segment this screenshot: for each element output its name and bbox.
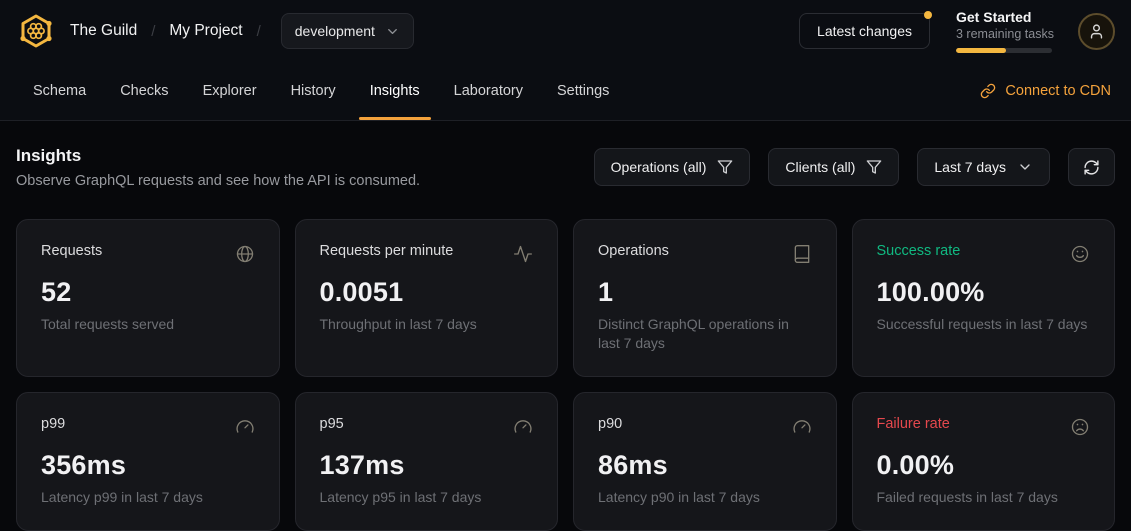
notification-dot xyxy=(924,11,932,19)
smile-icon xyxy=(1070,244,1090,264)
stats-grid: Requests 52 Total requests served Reques… xyxy=(16,219,1115,531)
refresh-button[interactable] xyxy=(1068,148,1115,186)
stat-value: 86ms xyxy=(598,450,812,481)
latest-changes-button[interactable]: Latest changes xyxy=(799,13,930,49)
stat-card-p99: p99 356ms Latency p99 in last 7 days xyxy=(16,392,280,531)
stat-card-success-rate: Success rate 100.00% Successful requests… xyxy=(852,219,1116,377)
page-heading: Insights Observe GraphQL requests and se… xyxy=(16,146,420,189)
stat-caption: Distinct GraphQL operations in last 7 da… xyxy=(598,315,812,353)
globe-icon xyxy=(235,244,255,264)
nav-tabs: Schema Checks Explorer History Insights … xyxy=(20,62,630,120)
stat-title: p90 xyxy=(598,416,622,432)
gauge-icon xyxy=(792,417,812,437)
stat-card-requests: Requests 52 Total requests served xyxy=(16,219,280,377)
stat-card-rpm: Requests per minute 0.0051 Throughput in… xyxy=(295,219,559,377)
stat-caption: Latency p99 in last 7 days xyxy=(41,488,255,507)
breadcrumb: The Guild / My Project / development xyxy=(16,11,414,51)
stat-card-p90: p90 86ms Latency p90 in last 7 days xyxy=(573,392,837,531)
stat-title: Requests per minute xyxy=(320,243,454,259)
tab-checks[interactable]: Checks xyxy=(107,62,181,120)
stat-title: p95 xyxy=(320,416,344,432)
tab-history[interactable]: History xyxy=(278,62,349,120)
page-title: Insights xyxy=(16,146,420,166)
stat-value: 100.00% xyxy=(877,277,1091,308)
gauge-icon xyxy=(513,417,533,437)
user-avatar[interactable] xyxy=(1078,13,1115,50)
insights-page: Insights Observe GraphQL requests and se… xyxy=(0,121,1131,531)
stat-title: Failure rate xyxy=(877,416,950,432)
stat-caption: Total requests served xyxy=(41,315,255,334)
stat-value: 137ms xyxy=(320,450,534,481)
book-icon xyxy=(792,244,812,264)
tab-schema[interactable]: Schema xyxy=(20,62,99,120)
get-started-progress xyxy=(956,48,1052,53)
period-select-label: Last 7 days xyxy=(934,159,1006,175)
get-started-widget[interactable]: Get Started 3 remaining tasks xyxy=(956,9,1052,53)
progress-fill xyxy=(956,48,1006,53)
stat-value: 0.0051 xyxy=(320,277,534,308)
stat-value: 52 xyxy=(41,277,255,308)
link-icon xyxy=(980,83,996,99)
latest-changes-label: Latest changes xyxy=(817,23,912,39)
breadcrumb-separator: / xyxy=(257,23,261,40)
stat-caption: Successful requests in last 7 days xyxy=(877,315,1091,334)
filter-icon xyxy=(717,159,733,175)
connect-to-cdn-link[interactable]: Connect to CDN xyxy=(980,62,1111,120)
stat-card-operations: Operations 1 Distinct GraphQL operations… xyxy=(573,219,837,377)
filter-icon xyxy=(866,159,882,175)
stat-card-failure-rate: Failure rate 0.00% Failed requests in la… xyxy=(852,392,1116,531)
refresh-icon xyxy=(1083,159,1100,176)
page-subtitle: Observe GraphQL requests and see how the… xyxy=(16,173,420,189)
chevron-down-icon xyxy=(385,24,400,39)
tab-settings[interactable]: Settings xyxy=(544,62,622,120)
tab-laboratory[interactable]: Laboratory xyxy=(441,62,536,120)
get-started-subtitle: 3 remaining tasks xyxy=(956,27,1052,41)
stat-title: p99 xyxy=(41,416,65,432)
breadcrumb-org[interactable]: The Guild xyxy=(70,22,137,40)
activity-icon xyxy=(513,244,533,264)
top-header: The Guild / My Project / development Lat… xyxy=(0,0,1131,62)
connect-to-cdn-label: Connect to CDN xyxy=(1005,83,1111,99)
stat-caption: Latency p95 in last 7 days xyxy=(320,488,534,507)
stat-value: 0.00% xyxy=(877,450,1091,481)
stat-title: Operations xyxy=(598,243,669,259)
filters-toolbar: Operations (all) Clients (all) Last 7 da… xyxy=(594,148,1115,186)
get-started-title: Get Started xyxy=(956,9,1052,25)
main-nav: Schema Checks Explorer History Insights … xyxy=(0,62,1131,121)
period-select-button[interactable]: Last 7 days xyxy=(917,148,1050,186)
stat-title: Requests xyxy=(41,243,102,259)
tab-insights[interactable]: Insights xyxy=(357,62,433,120)
clients-filter-button[interactable]: Clients (all) xyxy=(768,148,899,186)
breadcrumb-project[interactable]: My Project xyxy=(169,22,242,40)
stat-value: 356ms xyxy=(41,450,255,481)
hive-logo-icon[interactable] xyxy=(16,11,56,51)
stat-caption: Latency p90 in last 7 days xyxy=(598,488,812,507)
gauge-icon xyxy=(235,417,255,437)
operations-filter-label: Operations (all) xyxy=(611,159,707,175)
stat-caption: Throughput in last 7 days xyxy=(320,315,534,334)
tab-explorer[interactable]: Explorer xyxy=(190,62,270,120)
stat-card-p95: p95 137ms Latency p95 in last 7 days xyxy=(295,392,559,531)
stat-value: 1 xyxy=(598,277,812,308)
stat-title: Success rate xyxy=(877,243,961,259)
chevron-down-icon xyxy=(1017,159,1033,175)
clients-filter-label: Clients (all) xyxy=(785,159,855,175)
target-select-value: development xyxy=(295,23,375,39)
operations-filter-button[interactable]: Operations (all) xyxy=(594,148,751,186)
user-icon xyxy=(1088,23,1105,40)
stat-caption: Failed requests in last 7 days xyxy=(877,488,1091,507)
target-select[interactable]: development xyxy=(281,13,414,49)
breadcrumb-separator: / xyxy=(151,23,155,40)
frown-icon xyxy=(1070,417,1090,437)
